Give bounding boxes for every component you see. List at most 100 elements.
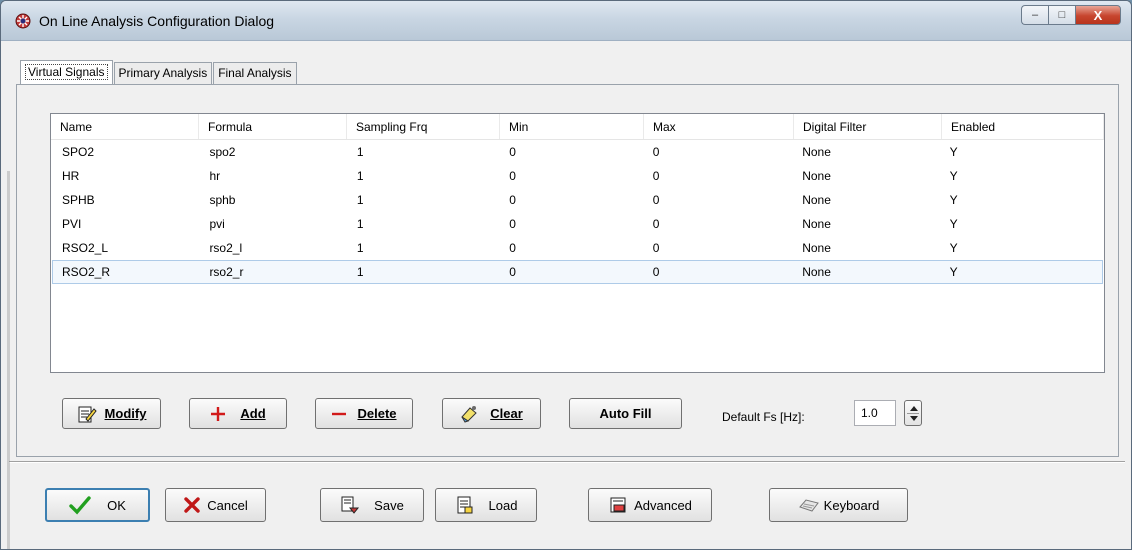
tab-virtual-signals[interactable]: Virtual Signals [20,60,113,84]
keyboard-icon [798,497,820,513]
cell-max: 0 [652,145,660,159]
column-header-min[interactable]: Min [500,114,644,139]
cell-digital-filter: None [802,193,831,207]
keyboard-label: Keyboard [823,497,880,513]
cancel-button[interactable]: Cancel [165,488,266,522]
cell-min: 0 [509,193,516,207]
cell-enabled: Y [949,241,958,255]
tab-strip: Virtual Signals Primary Analysis Final A… [20,60,298,84]
cell-formula: spo2 [209,145,236,159]
window-controls: – □ X [1021,5,1121,25]
plus-icon [210,406,226,422]
cell-max: 0 [652,265,660,279]
x-icon [183,496,201,514]
cell-formula: rso2_r [209,265,244,279]
app-icon [15,13,31,29]
window-left-edge [7,171,10,549]
advanced-label: Advanced [634,497,692,513]
table-body: SPO2 spo2 1 0 0 None Y HR hr 1 0 0 None … [51,140,1104,284]
minimize-button[interactable]: – [1021,5,1048,25]
virtual-signals-panel: Name Formula Sampling Frq Min Max Digita… [16,84,1119,457]
cell-formula: hr [209,169,221,183]
column-header-name[interactable]: Name [51,114,199,139]
cell-sampling-frq: 1 [356,169,364,183]
clear-button[interactable]: Clear [442,398,541,429]
advanced-icon [608,495,628,515]
cell-digital-filter: None [802,265,831,279]
maximize-button[interactable]: □ [1048,5,1075,25]
cell-digital-filter: None [802,145,831,159]
cancel-label: Cancel [207,497,248,513]
cell-sampling-frq: 1 [356,193,364,207]
minimize-icon: – [1031,9,1039,21]
load-button[interactable]: Load [435,488,537,522]
delete-button[interactable]: Delete [315,398,413,429]
cell-max: 0 [652,217,660,231]
cell-name: RSO2_L [62,241,109,255]
close-icon: X [1093,7,1103,23]
ok-button[interactable]: OK [45,488,150,522]
clear-label: Clear [490,406,523,421]
column-header-sampling-frq[interactable]: Sampling Frq [347,114,500,139]
ok-label: OK [107,497,126,513]
save-button[interactable]: Save [320,488,424,522]
cell-digital-filter: None [802,241,831,255]
cell-formula: rso2_l [209,241,243,255]
dialog-window: On Line Analysis Configuration Dialog – … [0,0,1132,550]
table-row[interactable]: RSO2_L rso2_l 1 0 0 None Y [52,236,1103,260]
delete-label: Delete [357,406,397,421]
column-header-digital-filter[interactable]: Digital Filter [794,114,942,139]
tab-final-analysis[interactable]: Final Analysis [213,62,297,84]
cell-enabled: Y [949,169,958,183]
default-fs-label: Default Fs [Hz]: [722,410,805,424]
edit-document-icon [77,404,97,424]
add-label: Add [240,406,266,421]
modify-button[interactable]: Modify [62,398,161,429]
column-header-enabled[interactable]: Enabled [942,114,1104,139]
cell-formula: sphb [209,193,236,207]
cell-digital-filter: None [802,217,831,231]
cell-sampling-frq: 1 [356,265,364,279]
close-button[interactable]: X [1075,5,1121,25]
eraser-icon [460,405,480,423]
checkmark-icon [69,495,91,515]
table-row[interactable]: PVI pvi 1 0 0 None Y [52,212,1103,236]
cell-max: 0 [652,193,660,207]
cell-max: 0 [652,169,660,183]
spinner-divider [907,413,919,414]
window-title: On Line Analysis Configuration Dialog [39,13,275,29]
tab-primary-analysis[interactable]: Primary Analysis [113,62,213,84]
maximize-icon: □ [1058,9,1066,21]
table-header: Name Formula Sampling Frq Min Max Digita… [51,114,1104,140]
minus-icon [331,406,347,422]
table-row[interactable]: SPHB sphb 1 0 0 None Y [52,188,1103,212]
table-row[interactable]: HR hr 1 0 0 None Y [52,164,1103,188]
cell-sampling-frq: 1 [356,217,364,231]
cell-enabled: Y [949,193,958,207]
keyboard-button[interactable]: Keyboard [769,488,908,522]
cell-enabled: Y [949,217,958,231]
table-row[interactable]: RSO2_R rso2_r 1 0 0 None Y [52,260,1103,284]
modify-label: Modify [104,406,147,421]
signals-table[interactable]: Name Formula Sampling Frq Min Max Digita… [50,113,1105,373]
cell-min: 0 [509,265,516,279]
cell-name: PVI [62,217,82,231]
cell-formula: pvi [209,217,225,231]
add-button[interactable]: Add [189,398,287,429]
cell-min: 0 [509,217,516,231]
cell-name: RSO2_R [62,265,111,279]
default-fs-input[interactable]: 1.0 [854,400,896,426]
auto-fill-button[interactable]: Auto Fill [569,398,682,429]
load-label: Load [488,497,518,513]
cell-sampling-frq: 1 [356,145,364,159]
cell-sampling-frq: 1 [356,241,364,255]
title-bar[interactable]: On Line Analysis Configuration Dialog – … [1,1,1131,41]
default-fs-spinner[interactable] [904,400,922,426]
spin-down-icon[interactable] [910,416,918,421]
cell-max: 0 [652,241,660,255]
advanced-button[interactable]: Advanced [588,488,712,522]
spin-up-icon[interactable] [910,406,918,411]
table-row[interactable]: SPO2 spo2 1 0 0 None Y [52,140,1103,164]
column-header-formula[interactable]: Formula [199,114,347,139]
column-header-max[interactable]: Max [644,114,794,139]
